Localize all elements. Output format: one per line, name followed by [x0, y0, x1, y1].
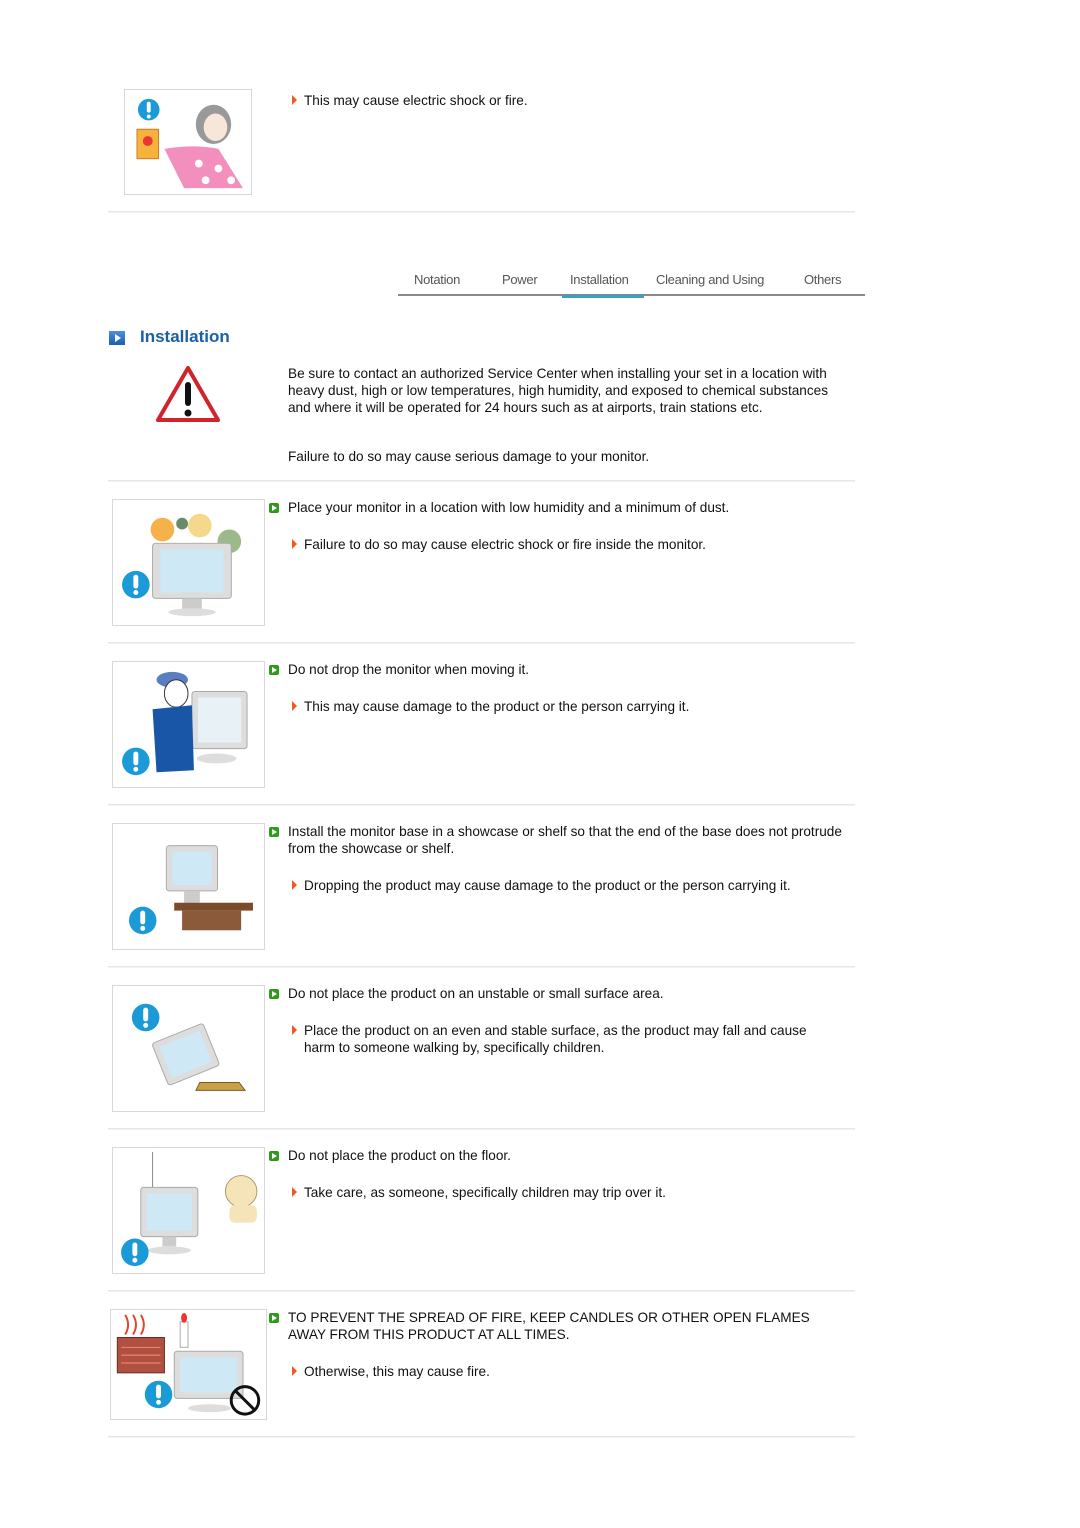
note-text: Place the product on an even and stable …: [304, 1023, 807, 1055]
note-text: Otherwise, this may cause fire.: [304, 1364, 490, 1379]
section-arrow-icon: [109, 331, 125, 345]
divider: [108, 211, 855, 213]
intro-paragraph: Failure to do so may cause serious damag…: [288, 449, 650, 464]
instruction-text: Do not drop the monitor when moving it.: [288, 662, 530, 677]
instruction-text: TO PREVENT THE SPREAD OF FIRE, KEEP CAND…: [288, 1310, 810, 1342]
warning-triangle-icon: [155, 364, 221, 424]
illustration-monitor-near-flames: [110, 1309, 267, 1420]
green-bullet-icon: [269, 503, 279, 513]
illustration-man-carrying-monitor: [112, 661, 265, 788]
note-text: This may cause damage to the product or …: [304, 699, 690, 714]
tab-cleaning-and-using[interactable]: Cleaning and Using: [656, 272, 764, 295]
tab-installation[interactable]: Installation: [562, 272, 644, 298]
instruction-text: Do not place the product on the floor.: [288, 1148, 511, 1163]
green-bullet-icon: [269, 1313, 279, 1323]
illustration-monitor-dust: [112, 499, 265, 626]
note-text: Take care, as someone, specifically chil…: [304, 1185, 666, 1200]
instruction-text: Do not place the product on an unstable …: [288, 986, 664, 1001]
tab-others[interactable]: Others: [804, 272, 842, 295]
illustration-monitor-on-shelf: [112, 823, 265, 950]
green-bullet-icon: [269, 665, 279, 675]
green-bullet-icon: [269, 827, 279, 837]
divider: [108, 1436, 855, 1438]
arrow-bullet-icon: [292, 539, 297, 549]
note-text: Failure to do so may cause electric shoc…: [304, 537, 706, 552]
tab-notation[interactable]: Notation: [414, 272, 460, 295]
arrow-bullet-icon: [292, 880, 297, 890]
intro-paragraph: Be sure to contact an authorized Service…: [288, 366, 829, 415]
arrow-bullet-icon: [292, 701, 297, 711]
divider: [108, 642, 855, 644]
instruction-text: Place your monitor in a location with lo…: [288, 500, 730, 515]
arrow-bullet-icon: [292, 95, 297, 105]
illustration-woman-unplugging: [124, 89, 252, 195]
divider: [108, 804, 855, 806]
section-tabs: Notation Power Installation Cleaning and…: [398, 270, 865, 298]
illustration-monitor-tipping: [112, 985, 265, 1112]
note-text: Dropping the product may cause damage to…: [304, 878, 791, 893]
arrow-bullet-icon: [292, 1366, 297, 1376]
illustration-monitor-on-floor: [112, 1147, 265, 1274]
instruction-text: Install the monitor base in a showcase o…: [288, 824, 842, 856]
tab-power[interactable]: Power: [502, 272, 538, 295]
arrow-bullet-icon: [292, 1025, 297, 1035]
note-text: This may cause electric shock or fire.: [304, 93, 528, 108]
divider: [108, 966, 855, 968]
divider: [108, 1128, 855, 1130]
section-title: Installation: [140, 327, 230, 346]
arrow-bullet-icon: [292, 1187, 297, 1197]
divider: [108, 1290, 855, 1292]
divider: [108, 480, 855, 482]
green-bullet-icon: [269, 1151, 279, 1161]
green-bullet-icon: [269, 989, 279, 999]
